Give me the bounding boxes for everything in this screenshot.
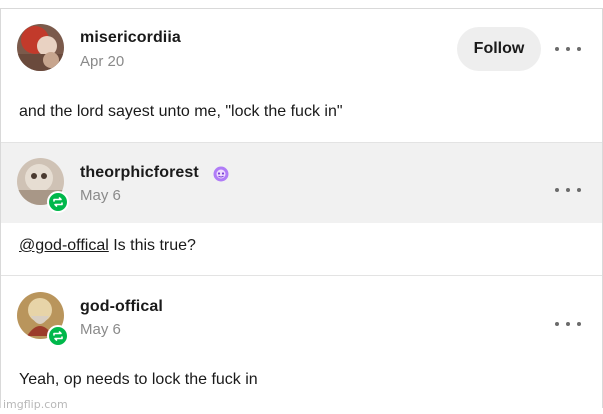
post-header-2: theorphicforest May 6: [1, 142, 602, 223]
post-body: @god-offical Is this true?: [19, 237, 196, 255]
mention-link[interactable]: @god-offical: [19, 237, 109, 254]
more-options-icon[interactable]: [555, 317, 581, 331]
username[interactable]: misericordiia: [80, 29, 181, 47]
post-header-1: misericordiia Apr 20 Follow: [1, 9, 602, 89]
divider: [1, 142, 602, 143]
watermark: imgflip.com: [3, 398, 68, 411]
username[interactable]: god-offical: [80, 298, 163, 316]
post-body-text: Is this true?: [108, 237, 196, 254]
post-body: and the lord sayest unto me, "lock the f…: [19, 103, 343, 120]
username[interactable]: theorphicforest: [80, 164, 199, 182]
more-options-icon[interactable]: [555, 183, 581, 197]
reblog-icon: [47, 191, 69, 213]
post-date[interactable]: May 6: [80, 321, 121, 338]
follow-button[interactable]: Follow: [457, 27, 541, 71]
creator-badge-icon: [212, 165, 230, 183]
post-thread: misericordiia Apr 20 Follow and the lord…: [0, 8, 603, 408]
avatar-image: [17, 24, 64, 71]
reblog-icon: [47, 325, 69, 347]
post-date[interactable]: Apr 20: [80, 53, 124, 70]
post-body: Yeah, op needs to lock the fuck in: [19, 371, 258, 388]
post-date[interactable]: May 6: [80, 187, 121, 204]
post-header-3: god-offical May 6: [1, 276, 602, 358]
avatar[interactable]: [17, 24, 64, 71]
more-options-icon[interactable]: [555, 42, 581, 56]
